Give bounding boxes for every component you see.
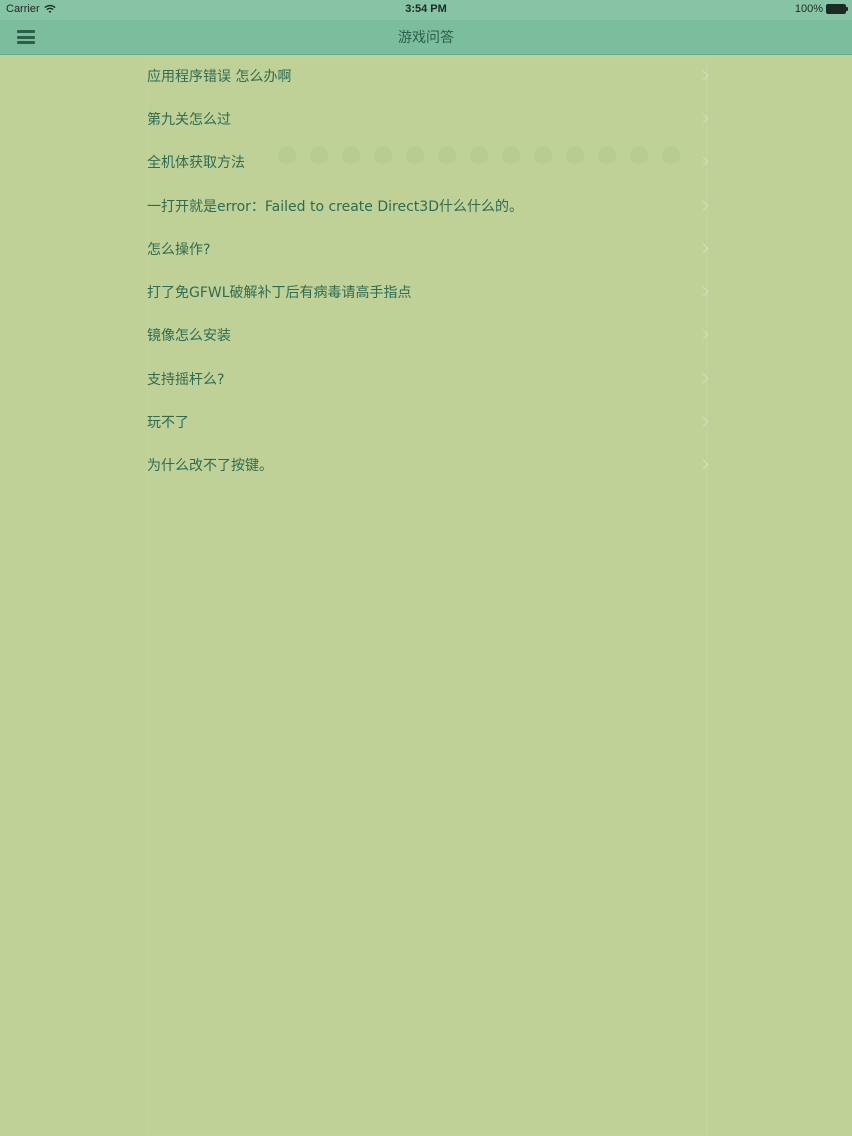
chevron-right-icon bbox=[698, 329, 709, 340]
chevron-right-icon bbox=[698, 373, 709, 384]
list-item-label: 玩不了 bbox=[147, 415, 189, 432]
list-item-label: 为什么改不了按键。 bbox=[147, 458, 273, 475]
list-item[interactable]: 玩不了 bbox=[147, 400, 709, 443]
list-item-label: 应用程序错误 怎么办啊 bbox=[147, 68, 292, 85]
list-item-label: 一打开就是error：Failed to create Direct3D什么什么… bbox=[147, 198, 523, 215]
page-title: 游戏问答 bbox=[398, 30, 454, 46]
chevron-right-icon bbox=[698, 459, 709, 470]
chevron-right-icon bbox=[698, 113, 709, 124]
battery-icon bbox=[826, 4, 848, 14]
list-item[interactable]: 全机体获取方法 bbox=[147, 141, 709, 184]
list-item[interactable]: 为什么改不了按键。 bbox=[147, 444, 709, 487]
chevron-right-icon bbox=[698, 286, 709, 297]
list-item-label: 支持摇杆么? bbox=[147, 371, 225, 388]
list-item-label: 全机体获取方法 bbox=[147, 155, 245, 172]
chevron-right-icon bbox=[698, 156, 709, 167]
chevron-right-icon bbox=[698, 416, 709, 427]
status-right: 100% bbox=[794, 3, 848, 15]
list-item[interactable]: 打了免GFWL破解补丁后有病毒请高手指点 bbox=[147, 270, 709, 313]
list-item[interactable]: 第九关怎么过 bbox=[147, 97, 709, 140]
chevron-right-icon bbox=[698, 70, 709, 81]
nav-bar: 游戏问答 bbox=[0, 20, 852, 55]
list-item[interactable]: 怎么操作? bbox=[147, 227, 709, 270]
status-bar: Carrier 3:54 PM 100% bbox=[0, 0, 852, 20]
list-item-label: 打了免GFWL破解补丁后有病毒请高手指点 bbox=[147, 285, 412, 302]
list-item-label: 怎么操作? bbox=[147, 241, 211, 258]
list-item[interactable]: 应用程序错误 怎么办啊 bbox=[147, 54, 709, 97]
chevron-right-icon bbox=[698, 243, 709, 254]
status-time: 3:54 PM bbox=[405, 3, 447, 15]
question-list: 应用程序错误 怎么办啊 第九关怎么过 全机体获取方法 一打开就是error：Fa… bbox=[147, 54, 709, 487]
list-item-label: 第九关怎么过 bbox=[147, 111, 231, 128]
battery-percent: 100% bbox=[794, 3, 823, 15]
list-item[interactable]: 支持摇杆么? bbox=[147, 357, 709, 400]
list-item-label: 镜像怎么安装 bbox=[147, 328, 231, 345]
list-item[interactable]: 镜像怎么安装 bbox=[147, 314, 709, 357]
list-item[interactable]: 一打开就是error：Failed to create Direct3D什么什么… bbox=[147, 184, 709, 227]
chevron-right-icon bbox=[698, 200, 709, 210]
